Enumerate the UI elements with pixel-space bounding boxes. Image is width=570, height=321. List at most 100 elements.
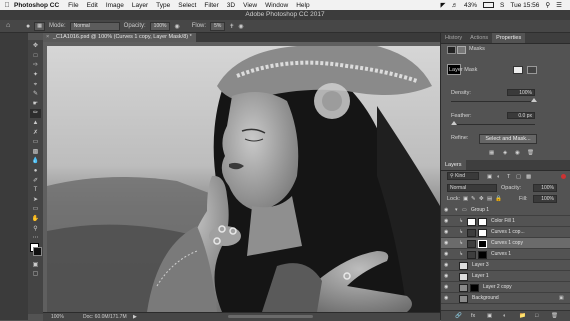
feather-input[interactable]: 0.0 px (507, 112, 535, 119)
layer-thumbnail[interactable] (459, 272, 468, 281)
layer-row[interactable]: ◉ Layer 3 (441, 260, 570, 271)
visibility-eye-icon[interactable]: ◉ (444, 274, 449, 279)
link-layers-icon[interactable]: 🔗 (455, 313, 462, 319)
airbrush-icon[interactable]: ✝ (229, 23, 234, 30)
eraser-tool-icon[interactable]: ▭ (30, 138, 41, 147)
apply-mask-icon[interactable]: ◈ (503, 150, 507, 156)
delete-mask-icon[interactable]: 🗑 (527, 150, 534, 156)
menu-filter[interactable]: Filter (204, 2, 218, 9)
document-tab[interactable]: × _C1A1016.psd @ 100% (Curves 1 copy, La… (43, 33, 196, 42)
feather-slider[interactable] (451, 124, 535, 125)
menu-3d[interactable]: 3D (227, 2, 235, 9)
filter-adjustment-icon[interactable]: ◐ (497, 174, 500, 180)
apple-icon[interactable]:  (0, 2, 14, 9)
input-source[interactable]: S (500, 2, 504, 9)
layer-thumbnail[interactable] (467, 228, 476, 237)
volume-icon[interactable]: ♬ (452, 2, 459, 9)
close-tab-icon[interactable]: × (46, 33, 49, 42)
layer-row[interactable]: ◉ Layer 2 copy (441, 282, 570, 293)
lock-transparent-icon[interactable]: ▣ (463, 196, 468, 202)
lock-pixels-icon[interactable]: ✎ (471, 196, 476, 202)
brush-panel-icon[interactable]: ▦ (34, 21, 45, 31)
select-and-mask-button[interactable]: Select and Mask... (479, 134, 537, 144)
layer-row[interactable]: ◉ ↳ Curves 1 (441, 249, 570, 260)
layer-opacity-input[interactable]: 100% (533, 184, 557, 192)
layer-thumbnail[interactable] (459, 294, 468, 303)
tab-properties[interactable]: Properties (492, 33, 526, 43)
layer-thumbnail[interactable] (459, 283, 468, 292)
layer-thumbnail[interactable] (467, 239, 476, 248)
visibility-eye-icon[interactable]: ◉ (444, 263, 449, 268)
quick-mask-icon[interactable]: ▣ (30, 261, 41, 270)
layer-mask-thumbnail[interactable] (478, 217, 487, 226)
new-adjustment-icon[interactable]: ◐ (503, 313, 506, 319)
crop-tool-icon[interactable]: ⌖ (30, 80, 41, 89)
dodge-tool-icon[interactable]: ● (30, 167, 41, 176)
new-group-icon[interactable]: 📁 (519, 313, 526, 319)
notification-icon[interactable]: ☰ (556, 1, 562, 9)
select-pixel-mask-icon[interactable] (513, 66, 523, 74)
filter-smart-object-icon[interactable]: ▩ (526, 174, 531, 180)
select-vector-mask-icon[interactable] (527, 66, 537, 74)
hand-tool-icon[interactable]: ✋ (30, 215, 41, 224)
pressure-opacity-icon[interactable]: ◉ (174, 23, 179, 30)
group-disclosure-icon[interactable]: ▾ (455, 207, 458, 213)
layer-mask-thumbnail[interactable] (478, 239, 487, 248)
fill-input[interactable]: 100% (533, 195, 557, 203)
layer-row[interactable]: ◉ ↳ Color Fill 1 (441, 216, 570, 227)
menu-view[interactable]: View (243, 2, 257, 9)
mode-select[interactable]: Normal (69, 21, 120, 31)
density-slider-thumb[interactable] (531, 98, 537, 102)
layer-style-icon[interactable]: fx (471, 313, 475, 319)
layer-row[interactable]: ◉ ↳ Curves 1 copy (441, 238, 570, 249)
wifi-icon[interactable]: ◤ (441, 1, 446, 9)
delete-layer-icon[interactable]: 🗑 (551, 313, 558, 319)
battery-percent[interactable]: 43% (464, 2, 477, 9)
layer-row[interactable]: ◉ Layer 1 (441, 271, 570, 282)
filter-pixel-icon[interactable]: ▣ (487, 174, 492, 180)
layer-thumbnail[interactable] (467, 250, 476, 259)
layer-row[interactable]: ◉ Background ▣ (441, 293, 570, 304)
layer-thumbnail[interactable] (467, 217, 476, 226)
color-swatches-icon[interactable] (30, 243, 42, 257)
menu-type[interactable]: Type (156, 2, 170, 9)
marquee-tool-icon[interactable]: □ (30, 52, 41, 61)
type-tool-icon[interactable]: T (30, 186, 41, 195)
tab-actions[interactable]: Actions (466, 33, 492, 43)
layer-mask-thumbnail[interactable] (478, 228, 487, 237)
density-input[interactable]: 100% (507, 89, 535, 96)
spotlight-icon[interactable]: ⚲ (545, 1, 550, 9)
feather-slider-thumb[interactable] (451, 121, 457, 125)
blur-tool-icon[interactable]: 💧 (30, 157, 41, 166)
brush-preset-icon[interactable]: ● (26, 23, 30, 30)
toggle-mask-icon[interactable]: ◉ (515, 150, 520, 156)
battery-icon[interactable] (483, 2, 495, 8)
path-select-tool-icon[interactable]: ➤ (30, 196, 41, 205)
layer-mask-thumbnail[interactable] (478, 250, 487, 259)
tab-history[interactable]: History (441, 33, 466, 43)
visibility-eye-icon[interactable]: ◉ (444, 230, 449, 235)
density-slider[interactable] (451, 101, 535, 102)
layer-thumbnail[interactable] (459, 261, 468, 270)
visibility-eye-icon[interactable]: ◉ (444, 296, 449, 301)
home-icon[interactable]: ⌂ (6, 22, 10, 29)
pen-tool-icon[interactable]: ✐ (30, 176, 41, 185)
lock-position-icon[interactable]: ✥ (479, 196, 484, 202)
filter-toggle-icon[interactable] (561, 174, 566, 179)
eyedropper-tool-icon[interactable]: ✎ (30, 90, 41, 99)
lasso-tool-icon[interactable]: ➩ (30, 61, 41, 70)
visibility-eye-icon[interactable]: ◉ (444, 252, 449, 257)
clock[interactable]: Tue 15:56 (510, 2, 539, 9)
visibility-eye-icon[interactable]: ◉ (444, 219, 449, 224)
opacity-input[interactable]: 100% (149, 21, 171, 31)
document-canvas[interactable] (47, 46, 440, 312)
add-mask-icon[interactable]: ▣ (487, 313, 492, 319)
flow-input[interactable]: 5% (210, 21, 226, 31)
gradient-tool-icon[interactable]: ▩ (30, 148, 41, 157)
zoom-tool-icon[interactable]: ⚲ (30, 224, 41, 233)
menu-image[interactable]: Image (106, 2, 124, 9)
lock-all-icon[interactable]: 🔒 (495, 196, 502, 202)
kind-filter-select[interactable]: ⚲ Kind (447, 172, 479, 180)
filter-shape-icon[interactable]: ▢ (516, 174, 521, 180)
healing-brush-tool-icon[interactable]: ☛ (30, 100, 41, 109)
